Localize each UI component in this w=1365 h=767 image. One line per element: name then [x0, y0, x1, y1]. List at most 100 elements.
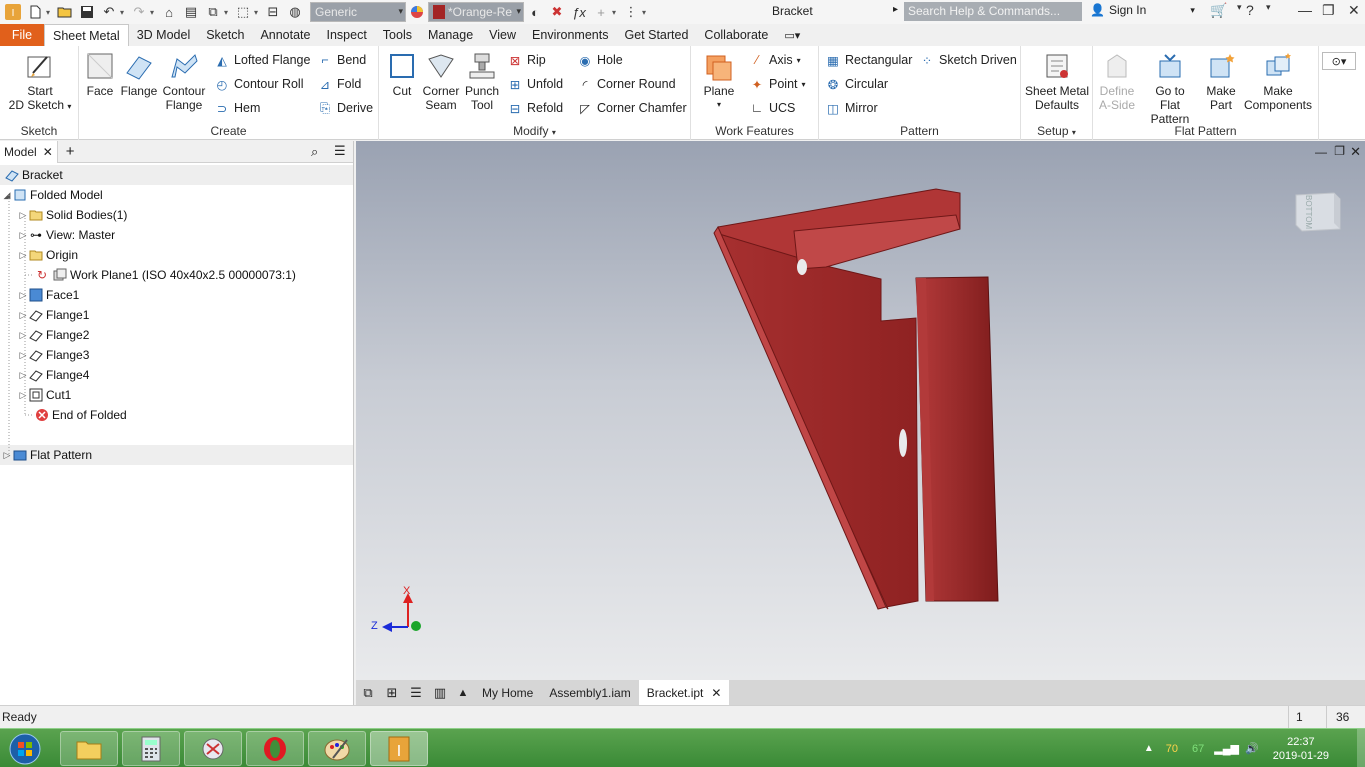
- material-combo[interactable]: Generic ▾: [310, 2, 406, 22]
- parameters-fx-icon[interactable]: ƒx: [568, 2, 590, 22]
- rectangular-pattern-button[interactable]: ▦ Rectangular: [825, 50, 912, 70]
- adjust-appearance-icon[interactable]: ◐: [524, 2, 546, 22]
- measure-icon[interactable]: ⊟: [262, 2, 284, 22]
- new-icon[interactable]: [24, 2, 46, 22]
- corner-seam-button[interactable]: Corner Seam: [421, 50, 461, 112]
- viewport-minimize-icon[interactable]: —: [1315, 145, 1327, 159]
- taskbar-inventor[interactable]: I: [370, 731, 428, 766]
- tab-environments[interactable]: Environments: [524, 24, 616, 46]
- redo-dropdown-icon[interactable]: ▾: [150, 8, 158, 17]
- tab-annotate[interactable]: Annotate: [252, 24, 318, 46]
- circular-pattern-button[interactable]: ❂ Circular: [825, 74, 888, 94]
- help-icon[interactable]: ?: [1246, 2, 1254, 18]
- viewport-close-icon[interactable]: ✕: [1350, 144, 1361, 160]
- unfold-button[interactable]: ⊞ Unfold: [507, 74, 563, 94]
- tab-3d-model[interactable]: 3D Model: [129, 24, 199, 46]
- add-dropdown-icon[interactable]: ▾: [612, 8, 620, 17]
- expand-search-icon[interactable]: ▸: [893, 4, 898, 15]
- start-2d-sketch-button[interactable]: Start 2D Sketch ▾: [8, 50, 72, 114]
- new-dropdown-icon[interactable]: ▾: [46, 8, 54, 17]
- tab-sketch[interactable]: Sketch: [198, 24, 252, 46]
- menu-icon[interactable]: ☰: [334, 143, 346, 159]
- tile-windows-icon[interactable]: ⊞: [380, 685, 404, 701]
- add-icon[interactable]: +: [590, 2, 612, 22]
- appearance-ball-icon[interactable]: [406, 2, 428, 22]
- modify-panel-title[interactable]: Modify ▾: [379, 124, 690, 138]
- tab-manage[interactable]: Manage: [420, 24, 481, 46]
- save-icon[interactable]: [76, 2, 98, 22]
- go-to-flat-pattern-button[interactable]: Go to Flat Pattern: [1139, 50, 1201, 126]
- viewport-restore-icon[interactable]: ❐: [1334, 144, 1345, 158]
- help-dropdown-icon[interactable]: ▾: [1266, 2, 1271, 13]
- cut-button[interactable]: Cut: [383, 50, 421, 98]
- corner-chamfer-button[interactable]: ◸ Corner Chamfer: [577, 98, 686, 118]
- update-dropdown-icon[interactable]: ▾: [224, 8, 232, 17]
- update-icon[interactable]: ⧉: [202, 2, 224, 22]
- tab-inspect[interactable]: Inspect: [318, 24, 374, 46]
- tree-node-work-plane1[interactable]: ↻ Work Plane1 (ISO 40x40x2.5 00000073:1): [34, 265, 296, 285]
- open-icon[interactable]: [54, 2, 76, 22]
- taskbar-opera[interactable]: [246, 731, 304, 766]
- taskbar-calculator[interactable]: [122, 731, 180, 766]
- properties-icon[interactable]: ▤: [180, 2, 202, 22]
- add-browser-icon[interactable]: +: [66, 143, 75, 160]
- contour-flange-button[interactable]: Contour Flange: [159, 50, 209, 112]
- refold-button[interactable]: ⊟ Refold: [507, 98, 563, 118]
- contour-roll-button[interactable]: ◴ Contour Roll: [214, 74, 304, 94]
- tile-vertical-icon[interactable]: ▥: [428, 685, 452, 701]
- home-icon[interactable]: ⌂: [158, 2, 180, 22]
- mirror-button[interactable]: ◫ Mirror: [825, 98, 878, 118]
- undo-dropdown-icon[interactable]: ▾: [120, 8, 128, 17]
- undo-icon[interactable]: ↶: [98, 2, 120, 22]
- doc-tab-assembly1[interactable]: Assembly1.iam: [541, 680, 638, 705]
- cascade-windows-icon[interactable]: ⧉: [356, 685, 380, 701]
- customize-qat-icon[interactable]: ⋮: [620, 2, 642, 22]
- sign-in-button[interactable]: 👤 Sign In ▾: [1090, 3, 1195, 17]
- tab-get-started[interactable]: Get Started: [616, 24, 696, 46]
- volume-icon[interactable]: 🔊: [1245, 742, 1259, 755]
- point-button[interactable]: ✦ Point ▾: [749, 74, 806, 94]
- close-icon[interactable]: ✕: [711, 686, 721, 700]
- appearance-combo[interactable]: *Orange-Re ▾: [428, 2, 524, 22]
- setup-panel-title[interactable]: Setup ▾: [1021, 124, 1092, 138]
- doc-tab-my-home[interactable]: My Home: [474, 680, 541, 705]
- network-signal-icon[interactable]: ▂▄▆: [1214, 742, 1239, 755]
- search-icon[interactable]: ⌕: [311, 144, 318, 160]
- tab-extra-icon[interactable]: ▭▾: [776, 24, 808, 46]
- close-icon[interactable]: ✕: [43, 145, 53, 159]
- hem-button[interactable]: ⊃ Hem: [214, 98, 261, 118]
- select-dropdown-icon[interactable]: ▾: [254, 8, 262, 17]
- tab-collaborate[interactable]: Collaborate: [696, 24, 776, 46]
- sketch-driven-pattern-button[interactable]: ⁘ Sketch Driven: [919, 50, 1017, 70]
- start-button[interactable]: [4, 731, 46, 766]
- rip-button[interactable]: ⊠ Rip: [507, 50, 546, 70]
- search-input[interactable]: Search Help & Commands...: [904, 2, 1082, 21]
- taskbar-snipping-tool[interactable]: [184, 731, 242, 766]
- flange-button[interactable]: Flange: [119, 50, 159, 98]
- ucs-button[interactable]: ∟ UCS: [749, 98, 796, 118]
- minimize-icon[interactable]: —: [1298, 2, 1312, 18]
- taskbar-explorer[interactable]: [60, 731, 118, 766]
- restore-icon[interactable]: ❐: [1322, 2, 1335, 19]
- material-icon[interactable]: ◍: [284, 2, 306, 22]
- hole-button[interactable]: ◉ Hole: [577, 50, 623, 70]
- close-icon[interactable]: ✕: [1348, 2, 1360, 19]
- make-components-button[interactable]: Make Components: [1241, 50, 1315, 112]
- ribbon-options-button[interactable]: ⊙▾: [1322, 52, 1356, 70]
- tray-clock[interactable]: 22:37 2019-01-29: [1273, 735, 1329, 763]
- fold-button[interactable]: ⊿ Fold: [317, 74, 362, 94]
- tab-sheet-metal[interactable]: Sheet Metal: [44, 24, 129, 46]
- taskbar-paint[interactable]: [308, 731, 366, 766]
- axis-button[interactable]: ⁄ Axis ▾: [749, 50, 801, 70]
- redo-icon[interactable]: ↷: [128, 2, 150, 22]
- cart-icon[interactable]: 🛒: [1210, 2, 1227, 19]
- tray-show-hidden-icon[interactable]: ▲: [1144, 743, 1154, 754]
- face-button[interactable]: Face: [83, 50, 117, 98]
- define-a-side-button[interactable]: Define A-Side: [1095, 50, 1139, 112]
- tree-node-end-of-folded[interactable]: End of Folded: [34, 405, 127, 425]
- corner-round-button[interactable]: ◜ Corner Round: [577, 74, 676, 94]
- tab-file[interactable]: File: [0, 24, 44, 46]
- select-icon[interactable]: ⬚: [232, 2, 254, 22]
- show-desktop-button[interactable]: [1357, 729, 1365, 767]
- doc-tab-bracket[interactable]: Bracket.ipt ✕: [638, 680, 730, 705]
